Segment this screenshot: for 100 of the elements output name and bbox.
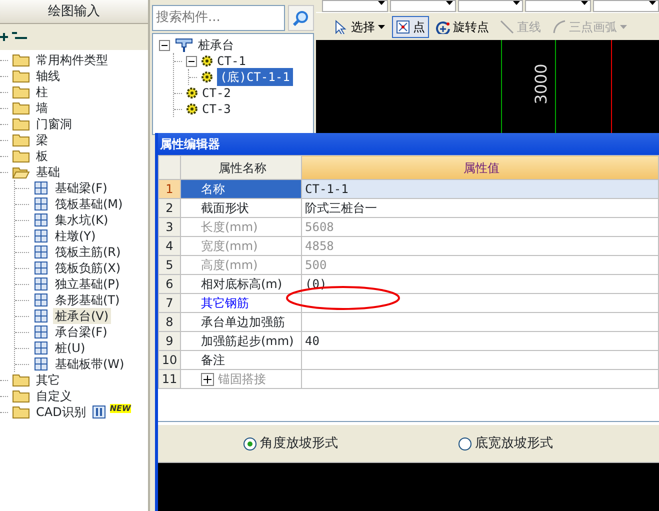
tree-item[interactable]: 独立基础(P) <box>53 276 122 292</box>
caret-icon <box>513 1 520 5</box>
property-name: 加强筋起步(mm) <box>180 332 302 350</box>
component-icon <box>33 356 49 372</box>
component-icon <box>33 196 49 212</box>
tree-item[interactable]: 筏板负筋(X) <box>53 260 123 276</box>
tree-item[interactable]: CT-2 <box>202 84 231 102</box>
dropdown[interactable] <box>525 0 592 12</box>
expand-toggle[interactable] <box>201 372 214 386</box>
dropdown[interactable] <box>458 0 524 12</box>
row-number: 10 <box>158 350 180 370</box>
property-name: 高度(mm) <box>180 256 302 274</box>
tree-item[interactable]: 条形基础(T) <box>53 292 122 308</box>
tree-item[interactable]: 自定义 <box>34 388 74 404</box>
property-value[interactable] <box>302 294 658 312</box>
tree-item[interactable]: 筏板基础(M) <box>53 196 125 212</box>
tree-item[interactable]: 基础板带(W) <box>53 356 126 372</box>
select-icon <box>334 20 348 34</box>
tree-item[interactable]: 基础 <box>34 164 62 180</box>
property-name: 截面形状 <box>180 198 302 218</box>
tree-item[interactable]: 柱墩(Y) <box>53 228 98 244</box>
caret-icon <box>648 1 656 5</box>
radio-option[interactable]: 角度放坡形式 <box>243 434 338 454</box>
tree-item[interactable]: 其它 <box>34 372 62 388</box>
tree-item[interactable]: CT-1 <box>217 52 246 70</box>
component-icon <box>33 276 49 292</box>
tree-item[interactable]: 桩承台(V) <box>53 308 111 324</box>
search-icon <box>293 10 309 26</box>
dimension-label: 3000 <box>533 64 550 104</box>
grid-icon <box>92 405 106 419</box>
panel-title: 绘图输入 <box>0 0 148 24</box>
toolbar-button[interactable]: 选择 <box>330 16 389 38</box>
tree-item[interactable]: 桩承台 <box>198 36 234 54</box>
gear-icon <box>186 103 198 115</box>
component-icon <box>33 260 49 276</box>
component-icon <box>33 244 49 260</box>
tree-item[interactable]: 常用构件类型 <box>34 52 110 68</box>
row-number: 4 <box>158 236 180 256</box>
tree-item[interactable]: 承台梁(F) <box>53 324 110 340</box>
property-value[interactable]: 40 <box>302 332 658 350</box>
tree-item[interactable]: (底)CT-1-1 <box>217 68 293 86</box>
component-icon <box>33 292 49 308</box>
property-name: 名称 <box>180 180 302 198</box>
property-link[interactable]: 其它钢筋 <box>180 294 302 312</box>
property-name: 备注 <box>180 350 302 370</box>
row-number: 11 <box>158 370 180 388</box>
component-icon <box>33 180 49 196</box>
dropdown[interactable] <box>390 0 456 12</box>
column-header <box>158 156 180 180</box>
rotate-icon <box>436 20 450 34</box>
toolbar-button[interactable]: 旋转点 <box>432 16 493 38</box>
tree-item[interactable]: CT-3 <box>202 100 231 118</box>
tree-item[interactable]: 轴线 <box>34 68 62 84</box>
point-icon <box>396 20 410 34</box>
row-number: 1 <box>158 180 180 198</box>
property-name: 锚固搭接 <box>218 371 266 388</box>
property-name: 承台单边加强筋 <box>180 312 302 332</box>
property-name: 长度(mm) <box>180 218 302 236</box>
tree-item[interactable]: 门窗洞 <box>34 116 74 132</box>
gear-icon <box>201 71 213 83</box>
row-number: 5 <box>158 256 180 274</box>
component-icon <box>33 308 49 324</box>
tree-item[interactable]: 柱 <box>34 84 50 100</box>
dropdown[interactable] <box>593 0 659 12</box>
search-button[interactable] <box>288 5 314 31</box>
row-number: 3 <box>158 218 180 236</box>
expand-toggle[interactable] <box>159 40 170 50</box>
row-number: 7 <box>158 294 180 312</box>
tree-item[interactable]: 板 <box>34 148 50 164</box>
gear-icon <box>201 55 213 67</box>
radio-option[interactable]: 底宽放坡形式 <box>458 434 553 454</box>
caret-icon <box>446 1 453 5</box>
new-badge: NEW <box>110 404 131 413</box>
toolbar-button[interactable]: 点 <box>392 16 429 38</box>
component-icon <box>33 340 49 356</box>
row-number: 2 <box>158 198 180 218</box>
dropdown[interactable] <box>322 0 388 12</box>
tree-item[interactable]: 筏板主筋(R) <box>53 244 123 260</box>
property-value[interactable]: CT-1-1 <box>302 180 658 198</box>
tree-item[interactable]: 墙 <box>34 100 50 116</box>
component-icon <box>33 212 49 228</box>
dialog-title: 属性编辑器 <box>158 133 659 155</box>
caret-icon <box>378 1 385 5</box>
property-name: 宽度(mm) <box>180 236 302 256</box>
gear-icon <box>186 87 198 99</box>
column-header: 属性值 <box>302 156 658 180</box>
line-icon <box>500 20 514 34</box>
tree-item[interactable]: 桩(U) <box>53 340 88 356</box>
property-value[interactable]: 阶式三桩台一 <box>302 198 658 218</box>
tree-item[interactable]: 集水坑(K) <box>53 212 110 228</box>
expand-toggle[interactable] <box>186 56 197 66</box>
row-number: 9 <box>158 332 180 350</box>
column-header: 属性名称 <box>180 156 302 180</box>
tree-item[interactable]: CAD识别 <box>34 404 88 420</box>
collapse-all-icon <box>12 32 28 42</box>
tree-item[interactable]: 梁 <box>34 132 50 148</box>
search-field[interactable]: 搜索构件... <box>152 5 285 31</box>
tree-item[interactable]: 基础梁(F) <box>53 180 110 196</box>
row-number: 6 <box>158 274 180 294</box>
property-name: 相对底标高(m) <box>180 274 302 294</box>
